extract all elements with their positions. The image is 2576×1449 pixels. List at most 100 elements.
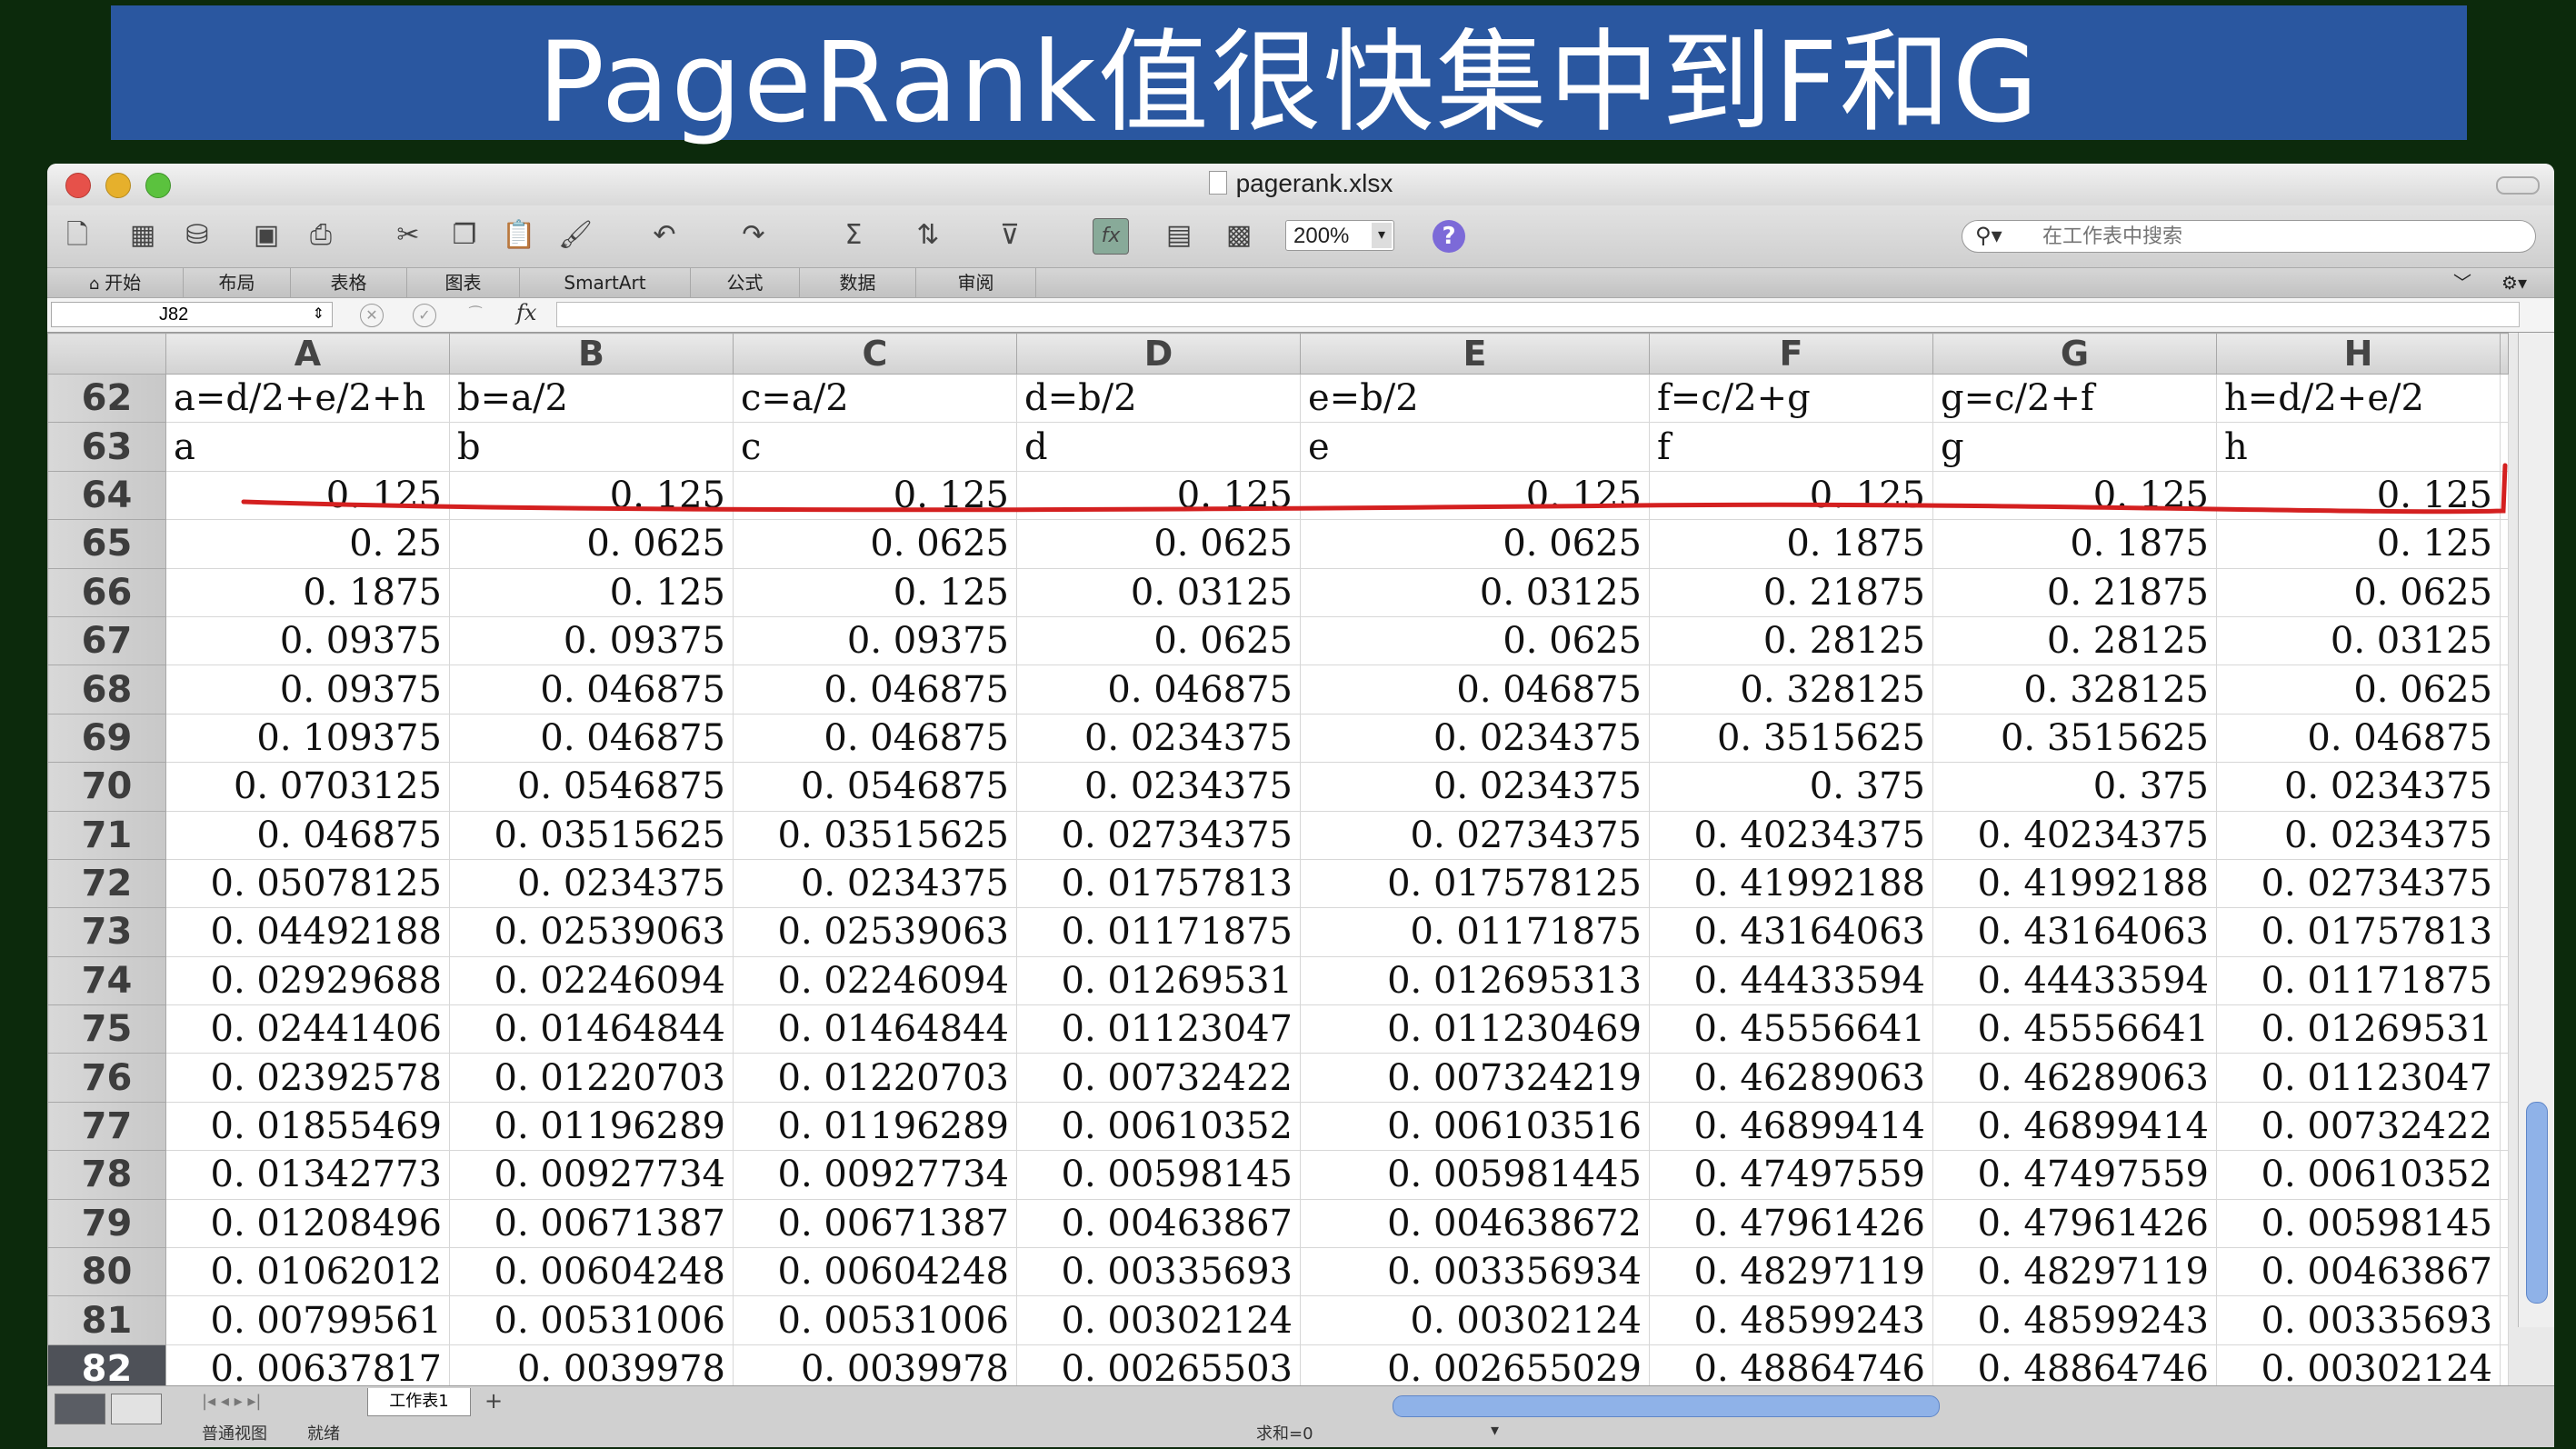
cell-f78[interactable]: 0. 47497559 bbox=[1649, 1150, 1933, 1200]
cell-h68[interactable]: 0. 0625 bbox=[2216, 665, 2501, 715]
cell-i66[interactable] bbox=[2500, 567, 2509, 617]
row-header[interactable]: 80 bbox=[47, 1247, 166, 1297]
cell-b81[interactable]: 0. 00531006 bbox=[449, 1295, 734, 1345]
cell-g62[interactable]: g=c/2+f bbox=[1932, 373, 2217, 424]
template-gallery-icon[interactable]: ▦ bbox=[125, 218, 160, 253]
cell-e65[interactable]: 0. 0625 bbox=[1300, 519, 1650, 569]
cell-h77[interactable]: 0. 00732422 bbox=[2216, 1101, 2501, 1152]
cell-a73[interactable]: 0. 04492188 bbox=[165, 907, 450, 957]
cell-i80[interactable] bbox=[2500, 1247, 2509, 1297]
collapse-ribbon-icon[interactable]: ﹀ bbox=[2440, 268, 2485, 297]
cell-a78[interactable]: 0. 01342773 bbox=[165, 1150, 450, 1200]
tab-tables[interactable]: 表格 bbox=[291, 268, 407, 297]
cell-a64[interactable]: 0. 125 bbox=[165, 470, 450, 521]
cell-g68[interactable]: 0. 328125 bbox=[1932, 665, 2217, 715]
cell-c64[interactable]: 0. 125 bbox=[733, 470, 1017, 521]
cell-f74[interactable]: 0. 44433594 bbox=[1649, 955, 1933, 1006]
cell-d75[interactable]: 0. 01123047 bbox=[1016, 1004, 1301, 1054]
cell-c80[interactable]: 0. 00604248 bbox=[733, 1247, 1017, 1297]
cell-g67[interactable]: 0. 28125 bbox=[1932, 615, 2217, 666]
cell-g65[interactable]: 0. 1875 bbox=[1932, 519, 2217, 569]
cell-f66[interactable]: 0. 21875 bbox=[1649, 567, 1933, 617]
cell-h78[interactable]: 0. 00610352 bbox=[2216, 1150, 2501, 1200]
formula-input[interactable] bbox=[556, 302, 2520, 327]
column-header-f[interactable]: F bbox=[1649, 333, 1933, 375]
column-header-a[interactable]: A bbox=[165, 333, 450, 375]
cell-a74[interactable]: 0. 02929688 bbox=[165, 955, 450, 1006]
cell-d69[interactable]: 0. 0234375 bbox=[1016, 713, 1301, 764]
tab-formulas[interactable]: 公式 bbox=[691, 268, 800, 297]
cell-h74[interactable]: 0. 01171875 bbox=[2216, 955, 2501, 1006]
add-sheet-button[interactable]: + bbox=[474, 1388, 513, 1414]
tab-layout[interactable]: 布局 bbox=[184, 268, 291, 297]
cell-d71[interactable]: 0. 02734375 bbox=[1016, 810, 1301, 860]
cell-d78[interactable]: 0. 00598145 bbox=[1016, 1150, 1301, 1200]
cell-f73[interactable]: 0. 43164063 bbox=[1649, 907, 1933, 957]
cell-d70[interactable]: 0. 0234375 bbox=[1016, 762, 1301, 812]
search-icon[interactable]: ⚲▾ bbox=[1975, 223, 2002, 248]
column-header-c[interactable]: C bbox=[733, 333, 1017, 375]
row-header[interactable]: 73 bbox=[47, 907, 166, 957]
cell-c71[interactable]: 0. 03515625 bbox=[733, 810, 1017, 860]
cell-i72[interactable] bbox=[2500, 858, 2509, 909]
cell-b64[interactable]: 0. 125 bbox=[449, 470, 734, 521]
cell-c73[interactable]: 0. 02539063 bbox=[733, 907, 1017, 957]
cell-e69[interactable]: 0. 0234375 bbox=[1300, 713, 1650, 764]
column-header-d[interactable]: D bbox=[1016, 333, 1301, 375]
row-header[interactable]: 69 bbox=[47, 713, 166, 764]
cell-b68[interactable]: 0. 046875 bbox=[449, 665, 734, 715]
cell-e66[interactable]: 0. 03125 bbox=[1300, 567, 1650, 617]
tab-data[interactable]: 数据 bbox=[800, 268, 916, 297]
cell-a81[interactable]: 0. 00799561 bbox=[165, 1295, 450, 1345]
row-header[interactable]: 68 bbox=[47, 665, 166, 715]
row-header[interactable]: 66 bbox=[47, 567, 166, 617]
cell-h69[interactable]: 0. 046875 bbox=[2216, 713, 2501, 764]
row-header[interactable]: 70 bbox=[47, 762, 166, 812]
cell-i68[interactable] bbox=[2500, 665, 2509, 715]
cell-h62[interactable]: h=d/2+e/2 bbox=[2216, 373, 2501, 424]
cell-i70[interactable] bbox=[2500, 762, 2509, 812]
column-header-g[interactable]: G bbox=[1932, 333, 2217, 375]
cell-h65[interactable]: 0. 125 bbox=[2216, 519, 2501, 569]
column-header-next[interactable] bbox=[2500, 333, 2509, 375]
cell-b74[interactable]: 0. 02246094 bbox=[449, 955, 734, 1006]
cell-f75[interactable]: 0. 45556641 bbox=[1649, 1004, 1933, 1054]
cell-a72[interactable]: 0. 05078125 bbox=[165, 858, 450, 909]
cell-e68[interactable]: 0. 046875 bbox=[1300, 665, 1650, 715]
zoom-select[interactable]: 200% ▾ bbox=[1285, 220, 1394, 251]
cell-i79[interactable] bbox=[2500, 1198, 2509, 1249]
cell-c67[interactable]: 0. 09375 bbox=[733, 615, 1017, 666]
row-header[interactable]: 74 bbox=[47, 955, 166, 1006]
cell-a66[interactable]: 0. 1875 bbox=[165, 567, 450, 617]
cell-g71[interactable]: 0. 40234375 bbox=[1932, 810, 2217, 860]
cell-i76[interactable] bbox=[2500, 1053, 2509, 1103]
cell-g64[interactable]: 0. 125 bbox=[1932, 470, 2217, 521]
column-header-e[interactable]: E bbox=[1300, 333, 1650, 375]
cell-b72[interactable]: 0. 0234375 bbox=[449, 858, 734, 909]
vertical-scroll-thumb[interactable] bbox=[2526, 1102, 2548, 1304]
cell-g77[interactable]: 0. 46899414 bbox=[1932, 1101, 2217, 1152]
sheet-nav-arrows-icon[interactable]: |◂ ◂ ▸ ▸| bbox=[202, 1392, 261, 1411]
cell-g76[interactable]: 0. 46289063 bbox=[1932, 1053, 2217, 1103]
cell-h67[interactable]: 0. 03125 bbox=[2216, 615, 2501, 666]
cell-d73[interactable]: 0. 01171875 bbox=[1016, 907, 1301, 957]
cell-i62[interactable] bbox=[2500, 373, 2509, 424]
cell-f81[interactable]: 0. 48599243 bbox=[1649, 1295, 1933, 1345]
cell-h63[interactable]: h bbox=[2216, 422, 2501, 472]
cell-d81[interactable]: 0. 00302124 bbox=[1016, 1295, 1301, 1345]
sort-icon[interactable]: ⇅ bbox=[911, 218, 945, 253]
cell-f64[interactable]: 0. 125 bbox=[1649, 470, 1933, 521]
normal-view-button[interactable] bbox=[55, 1394, 105, 1424]
column-header-b[interactable]: B bbox=[449, 333, 734, 375]
cell-h71[interactable]: 0. 0234375 bbox=[2216, 810, 2501, 860]
redo-icon[interactable]: ↷ bbox=[736, 218, 771, 253]
row-header[interactable]: 67 bbox=[47, 615, 166, 666]
cell-c69[interactable]: 0. 046875 bbox=[733, 713, 1017, 764]
cell-d77[interactable]: 0. 00610352 bbox=[1016, 1101, 1301, 1152]
cell-c68[interactable]: 0. 046875 bbox=[733, 665, 1017, 715]
cell-c79[interactable]: 0. 00671387 bbox=[733, 1198, 1017, 1249]
cell-a70[interactable]: 0. 0703125 bbox=[165, 762, 450, 812]
confirm-formula-icon[interactable]: ✓ bbox=[413, 304, 436, 327]
ribbon-settings-icon[interactable]: ⚙▾ bbox=[2487, 268, 2541, 297]
cell-d68[interactable]: 0. 046875 bbox=[1016, 665, 1301, 715]
